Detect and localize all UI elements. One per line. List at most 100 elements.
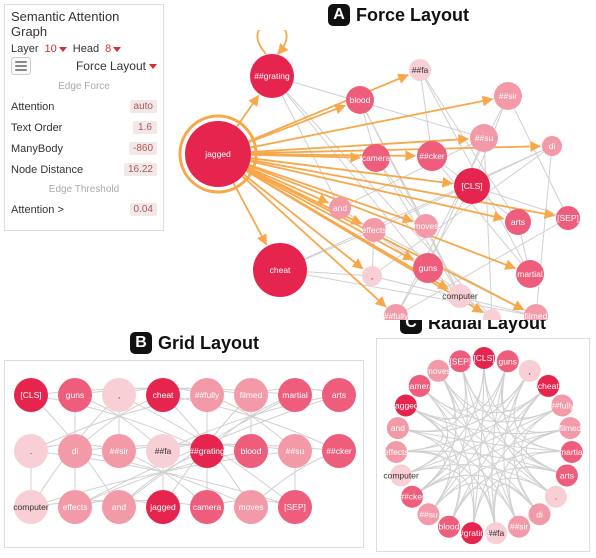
graph-node[interactable]: and [102,490,136,524]
graph-node[interactable]: moves [426,360,451,382]
graph-node[interactable]: arts [505,209,531,235]
graph-node[interactable]: arts [556,464,578,486]
graph-node[interactable]: and [387,417,409,439]
node-label: moves [426,366,451,376]
graph-node[interactable]: [SEP] [556,206,580,230]
graph-node[interactable]: martial [278,378,312,412]
node-label: guns [419,263,437,273]
param-value[interactable]: 1.6 [133,121,157,134]
graph-node[interactable]: ##grating [250,54,294,98]
graph-node[interactable]: ##cker [322,434,356,468]
graph-node[interactable]: ##fully [384,304,409,320]
node-label: ##fa [155,446,172,456]
graph-node[interactable]: ##fully [190,378,224,412]
graph-node[interactable]: blood [346,86,374,114]
graph-node[interactable]: filmed [234,378,268,412]
node-label: blood [350,95,371,105]
graph-node[interactable]: camera [190,490,224,524]
node-label: martial [559,447,585,457]
graph-node[interactable]: cheat [146,378,180,412]
graph-node[interactable]: [CLS] [14,378,48,412]
panel-title: Semantic Attention Graph [11,9,157,39]
node-label: ##fully [384,311,409,320]
graph-node[interactable]: [CLS] [454,168,490,204]
chevron-down-icon [149,64,157,69]
graph-node[interactable]: filmed [559,417,582,439]
graph-node[interactable]: ##sir [102,434,136,468]
graph-node[interactable]: jagged [185,121,251,187]
settings-toggle-button[interactable] [11,57,31,75]
graph-node[interactable]: and [329,197,351,219]
graph-node[interactable]: ##su [278,434,312,468]
graph-node[interactable]: , [362,266,382,286]
node-label: filmed [525,311,548,320]
layout-value: Force Layout [76,59,146,73]
graph-node[interactable]: ##su [417,503,439,525]
graph-node[interactable]: blood [438,516,460,538]
param-value[interactable]: -860 [129,142,157,155]
grid-layout-graph[interactable]: [CLS] guns, cheat ##fully filmed martial arts.… [4,360,364,548]
graph-node[interactable]: cheat [537,375,559,397]
graph-node[interactable]: martial [516,260,544,288]
graph-node[interactable]: . [545,486,567,508]
graph-node[interactable]: ##fa [409,59,431,81]
tag-a: A Force Layout [328,4,469,26]
graph-node[interactable]: , [102,378,136,412]
threshold-label: Attention > [11,204,64,216]
graph-node[interactable]: di [529,503,551,525]
radial-layout-graph[interactable]: [CLS]guns,cheat##fullyfilmed martial arts.… [376,338,590,552]
node-label: jagged [149,502,176,512]
graph-node[interactable]: camera [406,375,435,397]
graph-node[interactable]: guns [497,350,519,372]
node-label: [CLS] [473,353,494,363]
node-label: camera [362,153,391,163]
graph-node[interactable]: moves [413,214,438,238]
param-row: Attentionauto [11,100,157,113]
graph-node[interactable]: ##cker [417,141,447,171]
graph-node[interactable]: martial [559,441,585,463]
graph-node[interactable]: di [542,136,562,156]
graph-node[interactable]: . [14,434,48,468]
graph-node[interactable]: blood [234,434,268,468]
param-value[interactable]: auto [130,100,157,113]
graph-node[interactable]: di [58,434,92,468]
node-label: effects [384,447,409,457]
graph-node[interactable]: moves [234,490,268,524]
layer-select[interactable]: 10 [45,43,67,55]
layout-select[interactable]: Force Layout [35,59,157,73]
graph-node[interactable]: arts [322,378,356,412]
graph-node[interactable]: ##sir [508,516,530,538]
graph-node[interactable]: computer [383,464,419,486]
head-select[interactable]: 8 [105,43,121,55]
graph-node[interactable]: jagged [146,490,180,524]
graph-node[interactable]: filmed [524,304,548,320]
graph-node[interactable]: computer [13,490,49,524]
graph-node[interactable]: ##sir [494,82,522,110]
graph-node[interactable]: [SEP] [449,350,471,372]
graph-node[interactable]: ##fully [550,395,575,417]
graph-node[interactable]: guns [413,253,443,283]
graph-node[interactable]: ##fa [146,434,180,468]
param-value[interactable]: 16.22 [124,163,157,176]
graph-node[interactable]: guns [58,378,92,412]
head-label: Head [73,43,99,55]
node-label: ##su [286,446,305,456]
node-label: ##fully [195,390,220,400]
graph-node[interactable]: [SEP] [278,490,312,524]
node-label: , [118,390,120,400]
graph-node[interactable]: ##su [470,124,498,152]
graph-node[interactable]: jagged [392,395,419,417]
threshold-value[interactable]: 0.04 [130,203,157,216]
graph-node[interactable]: ##cker [399,486,425,508]
graph-node[interactable]: [CLS] [473,347,495,369]
graph-node[interactable]: effects [58,490,92,524]
graph-node[interactable]: effects [384,441,409,463]
node-label: arts [560,470,574,480]
graph-node[interactable]: , [519,360,541,382]
graph-node[interactable]: camera [362,144,391,172]
force-layout-graph[interactable]: jagged ##grating cheat blood ##fa ##sir ##su di… [172,30,590,320]
tag-b: B Grid Layout [130,332,259,354]
tag-b-label: Grid Layout [158,333,259,354]
layer-head-row: Layer 10 Head 8 [11,43,157,55]
graph-node[interactable]: cheat [253,243,307,297]
